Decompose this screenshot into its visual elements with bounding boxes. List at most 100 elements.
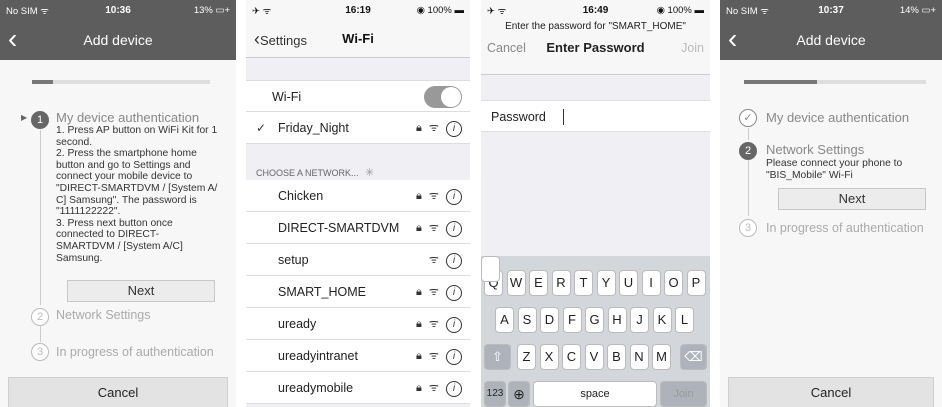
shift-key[interactable]: ⇧	[484, 344, 511, 370]
info-icon[interactable]: i	[446, 221, 462, 237]
network-name: ureadyintranet	[278, 349, 358, 363]
back-label: Settings	[260, 33, 307, 48]
lock-icon: 🔒︎	[415, 318, 429, 330]
lock-icon: 🔒︎	[415, 222, 429, 234]
key[interactable]: R	[551, 270, 571, 296]
info-icon[interactable]: i	[446, 317, 462, 333]
numbers-key[interactable]: 123	[484, 381, 506, 407]
section-header: CHOOSE A NETWORK... ✳	[256, 166, 374, 179]
key[interactable]: N	[629, 344, 649, 370]
key[interactable]: Z	[517, 344, 536, 370]
wifi-toggle-switch[interactable]	[424, 86, 462, 108]
progress-bar	[744, 80, 926, 84]
network-icons: 🔒︎ ᯤ i	[416, 372, 462, 404]
step-2-circle: 2	[31, 308, 49, 326]
cancel-button[interactable]: Cancel	[487, 33, 526, 63]
panel-add-device-step2: No SIM ᯤ 10:37 14% ▭+ ‹ Add device ✓ My …	[720, 0, 942, 407]
network-name: Friday_Night	[278, 121, 349, 135]
info-icon[interactable]: i	[446, 121, 462, 137]
step-2-desc-line1: Please connect your phone to	[766, 158, 903, 169]
key[interactable]: D	[540, 307, 559, 333]
step-connector	[748, 128, 749, 140]
step-1-instructions: 1. Press AP button on WiFi Kit for 1 seco…	[56, 125, 234, 264]
network-row[interactable]: DIRECT-SMARTDVM 🔒︎ ᯤ i	[246, 212, 470, 244]
instruction-line: "DIRECT-SMARTDVM / [System A/	[56, 182, 218, 194]
clock: 10:37	[818, 4, 844, 16]
key[interactable]: H	[607, 307, 627, 333]
key[interactable]: S	[517, 307, 537, 333]
network-row[interactable]: ureadymobile 🔒︎ ᯤ i	[246, 372, 470, 404]
step-3-circle: 3	[739, 219, 757, 237]
key[interactable]: F	[562, 307, 582, 333]
key[interactable]: M	[652, 344, 671, 370]
password-label: Password	[491, 110, 546, 124]
info-icon[interactable]: i	[446, 285, 462, 301]
network-name: ureadymobile	[278, 381, 354, 395]
key[interactable]: T	[574, 270, 593, 296]
settings-back-button[interactable]: ‹Settings	[254, 20, 307, 60]
key[interactable]: K	[652, 307, 672, 333]
network-row[interactable]: setup ᯤ i	[246, 244, 470, 276]
key[interactable]: P	[686, 270, 706, 296]
instruction-line: "1111122222".	[56, 206, 121, 218]
step-connector	[748, 160, 749, 216]
key[interactable]: U	[619, 270, 638, 296]
nav-bar: ‹ Add device	[720, 20, 942, 60]
progress-fill	[32, 80, 54, 84]
toggle-knob	[441, 87, 461, 107]
page-title: Add device	[83, 32, 153, 48]
delete-key[interactable]: ⌫	[680, 344, 707, 370]
password-input-caret[interactable]	[563, 109, 564, 125]
instruction-line: 3. Press next button once	[56, 217, 173, 229]
wifi-icon: ᯤ	[428, 222, 446, 234]
key[interactable]: Y	[596, 270, 616, 296]
wifi-icon: ᯤ	[428, 122, 441, 134]
key[interactable]: W	[506, 270, 526, 296]
step-connector	[40, 130, 41, 305]
key[interactable]: E	[529, 270, 548, 296]
key[interactable]: C	[562, 344, 581, 370]
lock-icon: 🔒︎	[415, 190, 429, 202]
password-prompt: Enter the password for "SMART_HOME"	[505, 21, 686, 32]
network-row[interactable]: Chicken 🔒︎ ᯤ i	[246, 180, 470, 212]
network-row[interactable]: SMART_HOME 🔒︎ ᯤ i	[246, 276, 470, 308]
instruction-line: C] Samsung". The password is	[56, 194, 197, 206]
cancel-button[interactable]: Cancel	[728, 377, 934, 407]
progress-bar	[32, 80, 210, 84]
info-icon[interactable]: i	[446, 349, 462, 365]
next-button[interactable]: Next	[778, 188, 926, 210]
key[interactable]: A	[495, 307, 514, 333]
join-key[interactable]: Join	[660, 381, 707, 407]
section-label: CHOOSE A NETWORK...	[256, 168, 359, 178]
key[interactable]: J	[630, 307, 649, 333]
password-row: Password	[481, 100, 710, 132]
key[interactable]: X	[539, 344, 559, 370]
info-icon[interactable]: i	[446, 189, 462, 205]
lock-icon: 🔒︎	[415, 286, 429, 298]
wifi-icon: ᯤ	[428, 318, 446, 330]
next-button[interactable]: Next	[67, 280, 215, 302]
page-title: Add device	[796, 32, 866, 48]
info-icon[interactable]: i	[446, 253, 462, 269]
space-key[interactable]: space	[533, 381, 657, 407]
wifi-icon: ᯤ	[428, 350, 446, 362]
network-row[interactable]: uready 🔒︎ ᯤ i	[246, 308, 470, 340]
info-icon[interactable]: i	[446, 381, 462, 397]
connected-network-row[interactable]: ✓ Friday_Night 🔒︎ ᯤ i	[246, 112, 470, 144]
key[interactable]: B	[607, 344, 626, 370]
key[interactable]: V	[584, 344, 604, 370]
globe-key[interactable]: ⊕	[508, 381, 530, 407]
panel-add-device-step1: No SIM ᯤ 10:36 13% ▭+ ‹ Add device ▶ 1 M…	[0, 0, 236, 407]
network-icons: ᯤ i	[429, 244, 462, 276]
join-button[interactable]: Join	[681, 33, 704, 63]
step-2-description: Please connect your phone to "BIS_Mobile…	[766, 158, 902, 181]
network-row[interactable]: ureadyintranet 🔒︎ ᯤ i	[246, 340, 470, 372]
key[interactable]: I	[641, 270, 661, 296]
key[interactable]: L	[675, 307, 694, 333]
network-icons: 🔒︎ ᯤ i	[416, 180, 462, 212]
cancel-button[interactable]: Cancel	[8, 377, 228, 407]
network-icons: 🔒︎ ᯤ i	[416, 308, 462, 340]
key[interactable]: O	[664, 270, 683, 296]
instruction-line: connected to DIRECT-	[56, 229, 160, 241]
key[interactable]: G	[585, 307, 604, 333]
